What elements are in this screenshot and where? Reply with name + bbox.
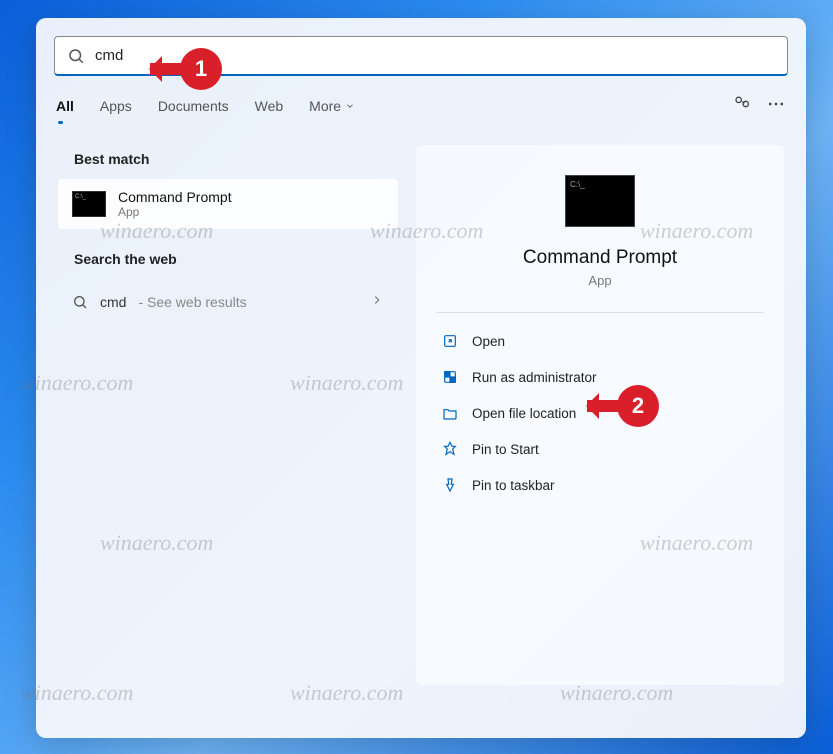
search-web-heading: Search the web xyxy=(74,251,398,267)
cmd-icon-large xyxy=(565,175,635,227)
action-pin-start[interactable]: Pin to Start xyxy=(436,431,764,467)
action-open-label: Open xyxy=(472,334,505,349)
tab-web[interactable]: Web xyxy=(255,98,284,114)
divider xyxy=(436,312,764,313)
tab-more-label: More xyxy=(309,98,341,114)
best-match-subtitle: App xyxy=(118,205,232,219)
preview-pane: Command Prompt App Open Run as administr… xyxy=(416,145,784,685)
open-icon xyxy=(442,333,458,349)
folder-icon xyxy=(442,405,458,421)
pin-taskbar-icon xyxy=(442,477,458,493)
action-run-admin-label: Run as administrator xyxy=(472,370,597,385)
search-icon xyxy=(72,294,88,310)
best-match-heading: Best match xyxy=(74,151,398,167)
more-options-icon[interactable] xyxy=(766,94,786,117)
tab-more[interactable]: More xyxy=(309,98,355,114)
preview-subtitle: App xyxy=(436,273,764,288)
best-match-title: Command Prompt xyxy=(118,189,232,205)
shield-icon xyxy=(442,369,458,385)
best-match-text: Command Prompt App xyxy=(118,189,232,219)
action-pin-start-label: Pin to Start xyxy=(472,442,539,457)
web-query: cmd xyxy=(100,294,126,310)
best-match-result[interactable]: Command Prompt App xyxy=(58,179,398,229)
account-sync-icon[interactable] xyxy=(732,94,752,117)
cmd-icon xyxy=(72,191,106,217)
preview-title: Command Prompt xyxy=(436,247,764,269)
results-left-column: Best match Command Prompt App Search the… xyxy=(58,145,398,685)
action-pin-taskbar-label: Pin to taskbar xyxy=(472,478,555,493)
pin-icon xyxy=(442,441,458,457)
annotation-step-2: 2 xyxy=(617,385,659,427)
annotation-step-1: 1 xyxy=(180,48,222,90)
action-run-admin[interactable]: Run as administrator xyxy=(436,359,764,395)
windows-search-panel: All Apps Documents Web More Best match C… xyxy=(36,18,806,738)
chevron-right-icon xyxy=(370,293,384,310)
tab-apps[interactable]: Apps xyxy=(100,98,132,114)
results-area: Best match Command Prompt App Search the… xyxy=(36,127,806,685)
tab-documents[interactable]: Documents xyxy=(158,98,229,114)
preview-icon-container xyxy=(436,175,764,227)
chevron-down-icon xyxy=(345,101,355,111)
web-search-result[interactable]: cmd - See web results xyxy=(58,279,398,324)
tabs-right-actions xyxy=(732,94,786,117)
tab-all[interactable]: All xyxy=(56,98,74,114)
action-pin-taskbar[interactable]: Pin to taskbar xyxy=(436,467,764,503)
web-desc: - See web results xyxy=(138,294,246,310)
filter-tabs: All Apps Documents Web More xyxy=(36,76,806,127)
search-icon xyxy=(67,47,85,65)
action-open[interactable]: Open xyxy=(436,323,764,359)
action-file-location-label: Open file location xyxy=(472,406,576,421)
